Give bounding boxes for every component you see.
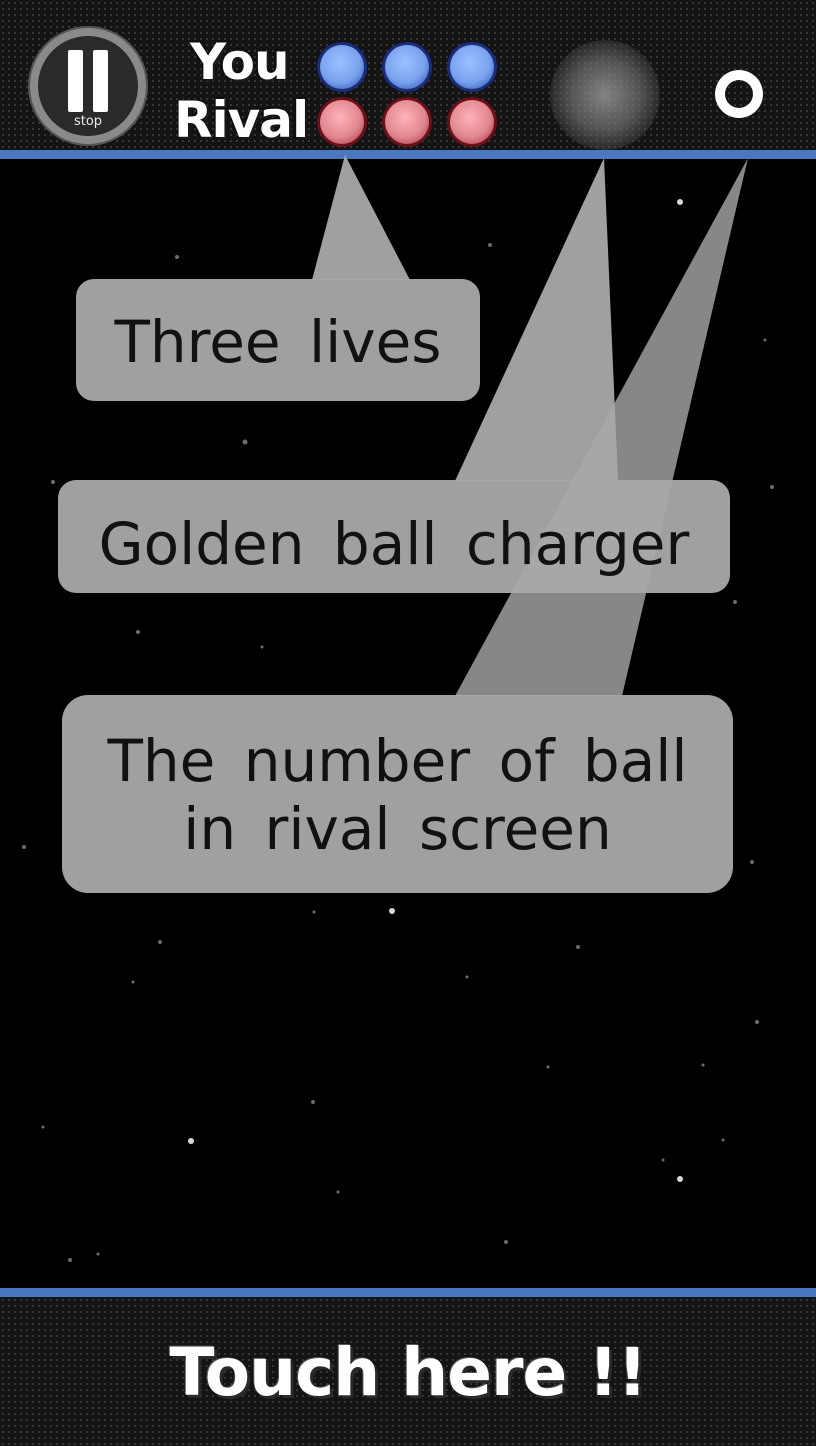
callout-rival-balls-text-1: The number of ball [107, 727, 688, 795]
game-screen: stop You Rival Three lives Golden ball c… [0, 0, 816, 1446]
touch-here-prompt[interactable]: Touch here !! [0, 1334, 816, 1411]
callout-lives-text: Three lives [114, 308, 442, 376]
callout-charger-text: Golden ball charger [98, 510, 690, 578]
tutorial-callouts [58, 155, 748, 893]
callout-rival-balls-text-2: in rival screen [183, 795, 612, 863]
callout-lives-pointer [312, 155, 410, 280]
touch-area-divider [0, 1288, 816, 1297]
